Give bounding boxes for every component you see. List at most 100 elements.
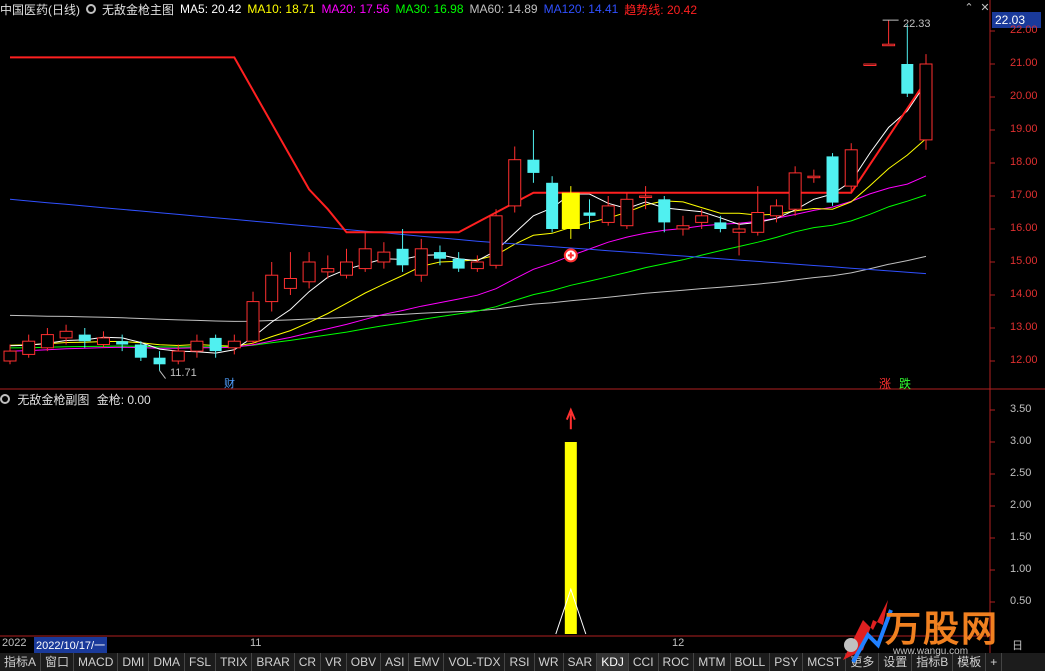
tab-4[interactable]: DMA — [149, 653, 186, 671]
settings-icon[interactable] — [86, 4, 96, 14]
year-label: 2022 — [2, 637, 27, 649]
candle-down — [116, 341, 129, 345]
price-tick-label: 17.00 — [1010, 189, 1038, 201]
watermark-text: 万股网 — [885, 609, 1000, 650]
tab-10[interactable]: OBV — [347, 653, 382, 671]
ma-line-120 — [9, 198, 927, 275]
tab-12[interactable]: EMV — [409, 653, 445, 671]
tab-19[interactable]: ROC — [659, 653, 695, 671]
candle-down — [658, 199, 671, 223]
tab-18[interactable]: CCI — [629, 653, 659, 671]
candle-down — [134, 344, 147, 358]
candle-up — [40, 334, 54, 349]
tab-6[interactable]: TRIX — [216, 653, 253, 671]
tab-22[interactable]: PSY — [770, 653, 804, 671]
tab-15[interactable]: WR — [535, 653, 564, 671]
candle-up — [489, 215, 503, 266]
tab-11[interactable]: ASI — [381, 653, 410, 671]
tab-21[interactable]: BOLL — [731, 653, 771, 671]
rise-marker[interactable]: 涨 — [879, 375, 891, 392]
candle-down — [583, 212, 596, 216]
candle-down — [452, 258, 465, 269]
fall-marker[interactable]: 跌 — [899, 375, 911, 392]
close-icon[interactable]: ✕ — [978, 2, 992, 14]
tab-3[interactable]: DMI — [118, 653, 150, 671]
candle-down — [153, 357, 166, 365]
price-tick-label: 21.00 — [1010, 57, 1038, 69]
sub-tick-label: 1.00 — [1010, 563, 1032, 575]
candle-up — [844, 149, 858, 187]
month-12: 12 — [672, 637, 685, 649]
tab-16[interactable]: SAR — [564, 653, 598, 671]
stock-title[interactable]: 中国医药(日线) — [0, 1, 80, 18]
price-tick-label: 13.00 — [1010, 321, 1038, 333]
indicator-name[interactable]: 无敌金枪主图 — [102, 1, 174, 18]
ma-line-30 — [9, 194, 927, 349]
gold-gun-value: 金枪: 0.00 — [96, 393, 151, 407]
candle-up — [377, 251, 391, 263]
tab-1[interactable]: 窗口 — [41, 653, 75, 671]
candle-up — [676, 225, 690, 230]
trend-line — [10, 56, 927, 234]
sub-tick-label: 1.50 — [1010, 531, 1032, 543]
candle-up — [302, 261, 316, 283]
price-tick-label: 19.00 — [1010, 123, 1038, 135]
candle-up — [59, 330, 73, 339]
low-annotation: 11.71 — [170, 367, 197, 379]
candle-down — [527, 159, 540, 173]
low-marker-line — [159, 370, 166, 379]
candle-down — [396, 248, 409, 266]
price-chart[interactable] — [0, 0, 1045, 671]
candle-up — [3, 350, 17, 362]
tab-2[interactable]: MACD — [74, 653, 119, 671]
price-tick-label: 18.00 — [1010, 156, 1038, 168]
tab-17[interactable]: KDJ — [597, 653, 629, 671]
candle-up — [321, 268, 335, 273]
candle-up — [919, 63, 933, 141]
candle-up — [807, 175, 821, 179]
candle-up — [508, 159, 522, 207]
tab-20[interactable]: MTM — [694, 653, 731, 671]
candle-up — [695, 215, 709, 223]
candle-up — [863, 63, 877, 66]
candle-up — [732, 228, 746, 233]
sub-tick-label: 3.50 — [1010, 403, 1032, 415]
sub-indicator-name[interactable]: 无敌金枪副图 — [17, 393, 89, 407]
watermark-url: www.wangu.com — [893, 646, 969, 657]
ma60-label: MA60: 14.89 — [469, 2, 538, 16]
candle-up — [265, 274, 279, 303]
cursor-date: 2022/10/17/一 — [34, 637, 108, 653]
price-tick-label: 16.00 — [1010, 222, 1038, 234]
tab-7[interactable]: BRAR — [252, 653, 295, 671]
tab-9[interactable]: VR — [321, 653, 347, 671]
candle-down — [826, 156, 839, 203]
ma20-label: MA20: 17.56 — [321, 2, 390, 16]
candle-up — [358, 248, 372, 270]
candle-up — [190, 340, 204, 352]
sub-tick-label: 3.00 — [1010, 435, 1032, 447]
price-tick-label: 20.00 — [1010, 90, 1038, 102]
sub-legend: 无敌金枪副图 金枪: 0.00 — [0, 391, 151, 408]
minimize-icon[interactable]: ⌃ — [962, 2, 976, 14]
tab-14[interactable]: RSI — [505, 653, 535, 671]
candle-up — [751, 212, 765, 233]
candle-up — [639, 195, 653, 198]
ma-line-60 — [9, 255, 927, 322]
candle-up — [788, 172, 802, 210]
tab-0[interactable]: 指标A — [0, 653, 42, 671]
candle-up — [414, 248, 428, 276]
trend-label: 趋势线: 20.42 — [624, 2, 697, 17]
candle-down — [546, 182, 559, 229]
tab-8[interactable]: CR — [295, 653, 322, 671]
tab-5[interactable]: FSL — [185, 653, 217, 671]
price-tick-label: 12.00 — [1010, 354, 1038, 366]
finance-marker[interactable]: 财 — [224, 375, 235, 391]
tab-13[interactable]: VOL-TDX — [444, 653, 506, 671]
price-tick-label: 14.00 — [1010, 288, 1038, 300]
main-legend: 中国医药(日线) 无敌金枪主图 MA5: 20.42 MA10: 18.71 M… — [0, 1, 703, 17]
ma-line-10 — [9, 138, 927, 347]
sub-settings-icon[interactable] — [0, 394, 10, 404]
ma120-label: MA120: 14.41 — [543, 2, 619, 16]
candle-down — [209, 337, 222, 352]
price-tick-label: 15.00 — [1010, 255, 1038, 267]
